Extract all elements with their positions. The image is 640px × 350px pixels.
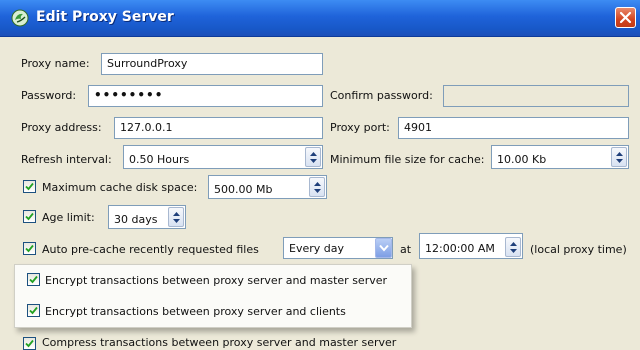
password-input[interactable]: •••••••• (88, 85, 323, 107)
app-icon (11, 9, 29, 27)
refresh-interval-label: Refresh interval: (21, 153, 112, 166)
encrypt-master-checkbox[interactable] (27, 273, 40, 286)
precache-time-spin-buttons[interactable] (505, 237, 521, 257)
check-icon (29, 275, 38, 284)
min-file-size-spin-buttons[interactable] (611, 147, 627, 167)
spin-arrows-icon (314, 182, 321, 193)
proxy-name-label: Proxy name: (21, 57, 90, 70)
proxy-port-input[interactable]: 4901 (398, 117, 629, 139)
encrypt-clients-label: Encrypt transactions between proxy serve… (45, 305, 346, 318)
proxy-address-label: Proxy address: (21, 121, 102, 134)
local-time-note: (local proxy time) (530, 243, 627, 256)
confirm-password-label: Confirm password: (330, 89, 433, 102)
close-icon (619, 11, 632, 24)
max-cache-value: 500.00 Mb (214, 183, 273, 196)
age-limit-value: 30 days (114, 213, 158, 226)
max-cache-label: Maximum cache disk space: (42, 181, 198, 194)
auto-precache-label: Auto pre-cache recently requested files (42, 243, 259, 256)
refresh-interval-value: 0.50 Hours (129, 153, 190, 166)
proxy-port-label: Proxy port: (330, 121, 390, 134)
max-cache-spinner[interactable]: 500.00 Mb (208, 175, 327, 199)
at-label: at (400, 243, 412, 256)
encrypt-master-label: Encrypt transactions between proxy serve… (45, 274, 388, 287)
max-cache-checkbox[interactable] (23, 180, 36, 193)
spin-arrows-icon (310, 152, 317, 163)
check-icon (29, 306, 38, 315)
age-limit-label: Age limit: (42, 211, 95, 224)
title-bar[interactable]: Edit Proxy Server (0, 0, 640, 37)
check-icon (25, 212, 34, 221)
refresh-interval-spinner[interactable]: 0.50 Hours (123, 145, 323, 169)
precache-time-value: 12:00:00 AM (425, 242, 495, 255)
password-label: Password: (21, 89, 77, 102)
precache-time-spinner[interactable]: 12:00:00 AM (419, 233, 523, 259)
min-file-size-spinner[interactable]: 10.00 Kb (491, 145, 629, 169)
refresh-interval-spin-buttons[interactable] (305, 147, 321, 167)
check-icon (25, 244, 34, 253)
close-button[interactable] (615, 7, 636, 28)
check-icon (25, 182, 34, 191)
spin-arrows-icon (616, 152, 623, 163)
min-file-size-label: Minimum file size for cache: (330, 153, 485, 166)
compress-master-checkbox[interactable] (23, 337, 36, 350)
precache-frequency-select[interactable]: Every day (283, 237, 393, 259)
confirm-password-input[interactable] (443, 85, 629, 107)
age-limit-spin-buttons[interactable] (168, 207, 184, 227)
age-limit-spinner[interactable]: 30 days (108, 205, 186, 229)
proxy-name-input[interactable]: SurroundProxy (101, 53, 323, 75)
spin-arrows-icon (510, 242, 517, 253)
precache-frequency-dropdown-button[interactable] (375, 238, 392, 258)
spin-arrows-icon (173, 212, 180, 223)
compress-master-label: Compress transactions between proxy serv… (42, 336, 397, 349)
encrypt-clients-checkbox[interactable] (27, 304, 40, 317)
chevron-down-icon (379, 244, 389, 252)
age-limit-checkbox[interactable] (23, 210, 36, 223)
proxy-address-input[interactable]: 127.0.0.1 (114, 117, 323, 139)
precache-frequency-value: Every day (289, 242, 344, 255)
max-cache-spin-buttons[interactable] (309, 177, 325, 197)
auto-precache-checkbox[interactable] (23, 242, 36, 255)
window-title: Edit Proxy Server (36, 9, 174, 25)
min-file-size-value: 10.00 Kb (497, 153, 547, 166)
